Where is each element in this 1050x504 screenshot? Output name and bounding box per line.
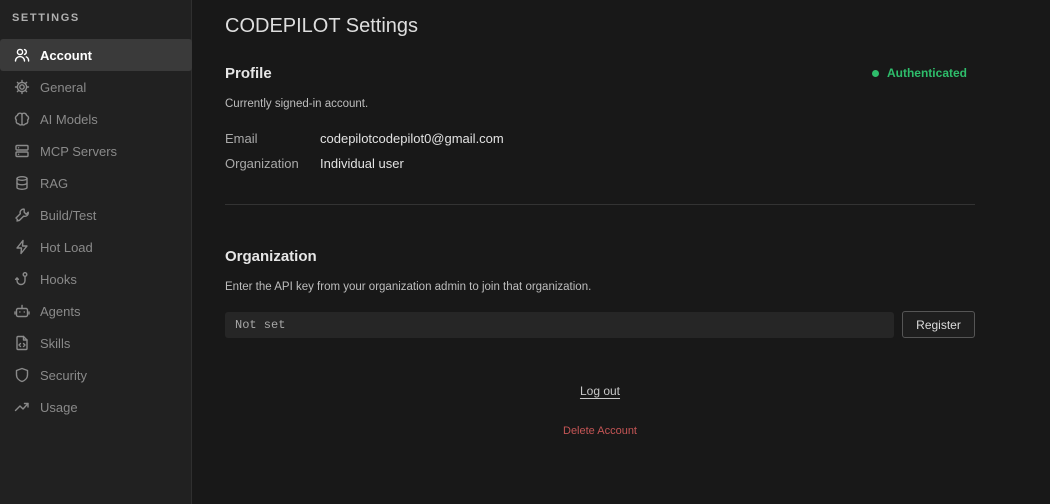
trend-icon — [14, 399, 30, 415]
lightning-icon — [14, 239, 30, 255]
sidebar-item-skills[interactable]: Skills — [0, 327, 192, 359]
sidebar-item-usage[interactable]: Usage — [0, 391, 192, 423]
hook-icon — [14, 271, 30, 287]
sidebar-item-hot-load[interactable]: Hot Load — [0, 231, 192, 263]
sidebar-item-general[interactable]: General — [0, 71, 192, 103]
sidebar-item-label: Agents — [40, 303, 81, 319]
sidebar-item-label: Security — [40, 367, 87, 383]
settings-sidebar: SETTINGS Account General AI Models MCP S… — [0, 0, 192, 504]
sidebar-item-label: AI Models — [40, 111, 98, 127]
sidebar-item-label: Hot Load — [40, 239, 93, 255]
sidebar-item-rag[interactable]: RAG — [0, 167, 192, 199]
sidebar-item-label: MCP Servers — [40, 143, 118, 159]
section-divider — [225, 204, 975, 205]
delete-account-link[interactable]: Delete Account — [563, 425, 637, 437]
gear-icon — [14, 79, 30, 95]
logout-link[interactable]: Log out — [580, 384, 620, 398]
sidebar-item-label: General — [40, 79, 87, 95]
shield-icon — [14, 367, 30, 383]
api-key-input[interactable] — [225, 312, 894, 338]
file-code-icon — [14, 335, 30, 351]
logout-container: Log out — [225, 382, 975, 400]
profile-description: Currently signed-in account. — [225, 98, 369, 110]
database-icon — [14, 175, 30, 191]
sidebar-item-hooks[interactable]: Hooks — [0, 263, 192, 295]
sidebar-item-build-test[interactable]: Build/Test — [0, 199, 192, 231]
sidebar-item-label: RAG — [40, 175, 69, 191]
status-dot-icon — [871, 69, 879, 77]
users-icon — [14, 47, 30, 63]
organization-value: Individual user — [320, 156, 404, 171]
sidebar-item-mcp-servers[interactable]: MCP Servers — [0, 135, 192, 167]
wrench-icon — [14, 207, 30, 223]
register-button[interactable]: Register — [902, 311, 975, 338]
sidebar-item-label: Skills — [40, 335, 71, 351]
delete-container: Delete Account — [225, 421, 975, 439]
email-label: Email — [225, 131, 258, 146]
organization-description: Enter the API key from your organization… — [225, 281, 592, 293]
auth-status-label: Authenticated — [886, 66, 967, 80]
brain-icon — [14, 111, 30, 127]
organization-label: Organization — [225, 156, 299, 171]
sidebar-item-ai-models[interactable]: AI Models — [0, 103, 192, 135]
profile-title: Profile — [225, 65, 272, 82]
sidebar-item-security[interactable]: Security — [0, 359, 192, 391]
robot-icon — [14, 303, 30, 319]
sidebar-item-account[interactable]: Account — [0, 39, 192, 71]
sidebar-nav: Account General AI Models MCP Servers RA… — [0, 39, 192, 423]
email-value: codepilotcodepilot0@gmail.com — [320, 131, 504, 146]
sidebar-item-label: Hooks — [40, 271, 77, 287]
organization-title: Organization — [225, 248, 317, 265]
sidebar-item-label: Account — [40, 47, 92, 63]
auth-status-badge: Authenticated — [871, 66, 967, 80]
sidebar-item-label: Build/Test — [40, 207, 97, 223]
sidebar-item-agents[interactable]: Agents — [0, 295, 192, 327]
sidebar-heading: SETTINGS — [12, 12, 80, 24]
page-title: CODEPILOT Settings — [225, 15, 419, 37]
server-icon — [14, 143, 30, 159]
sidebar-item-label: Usage — [40, 399, 78, 415]
